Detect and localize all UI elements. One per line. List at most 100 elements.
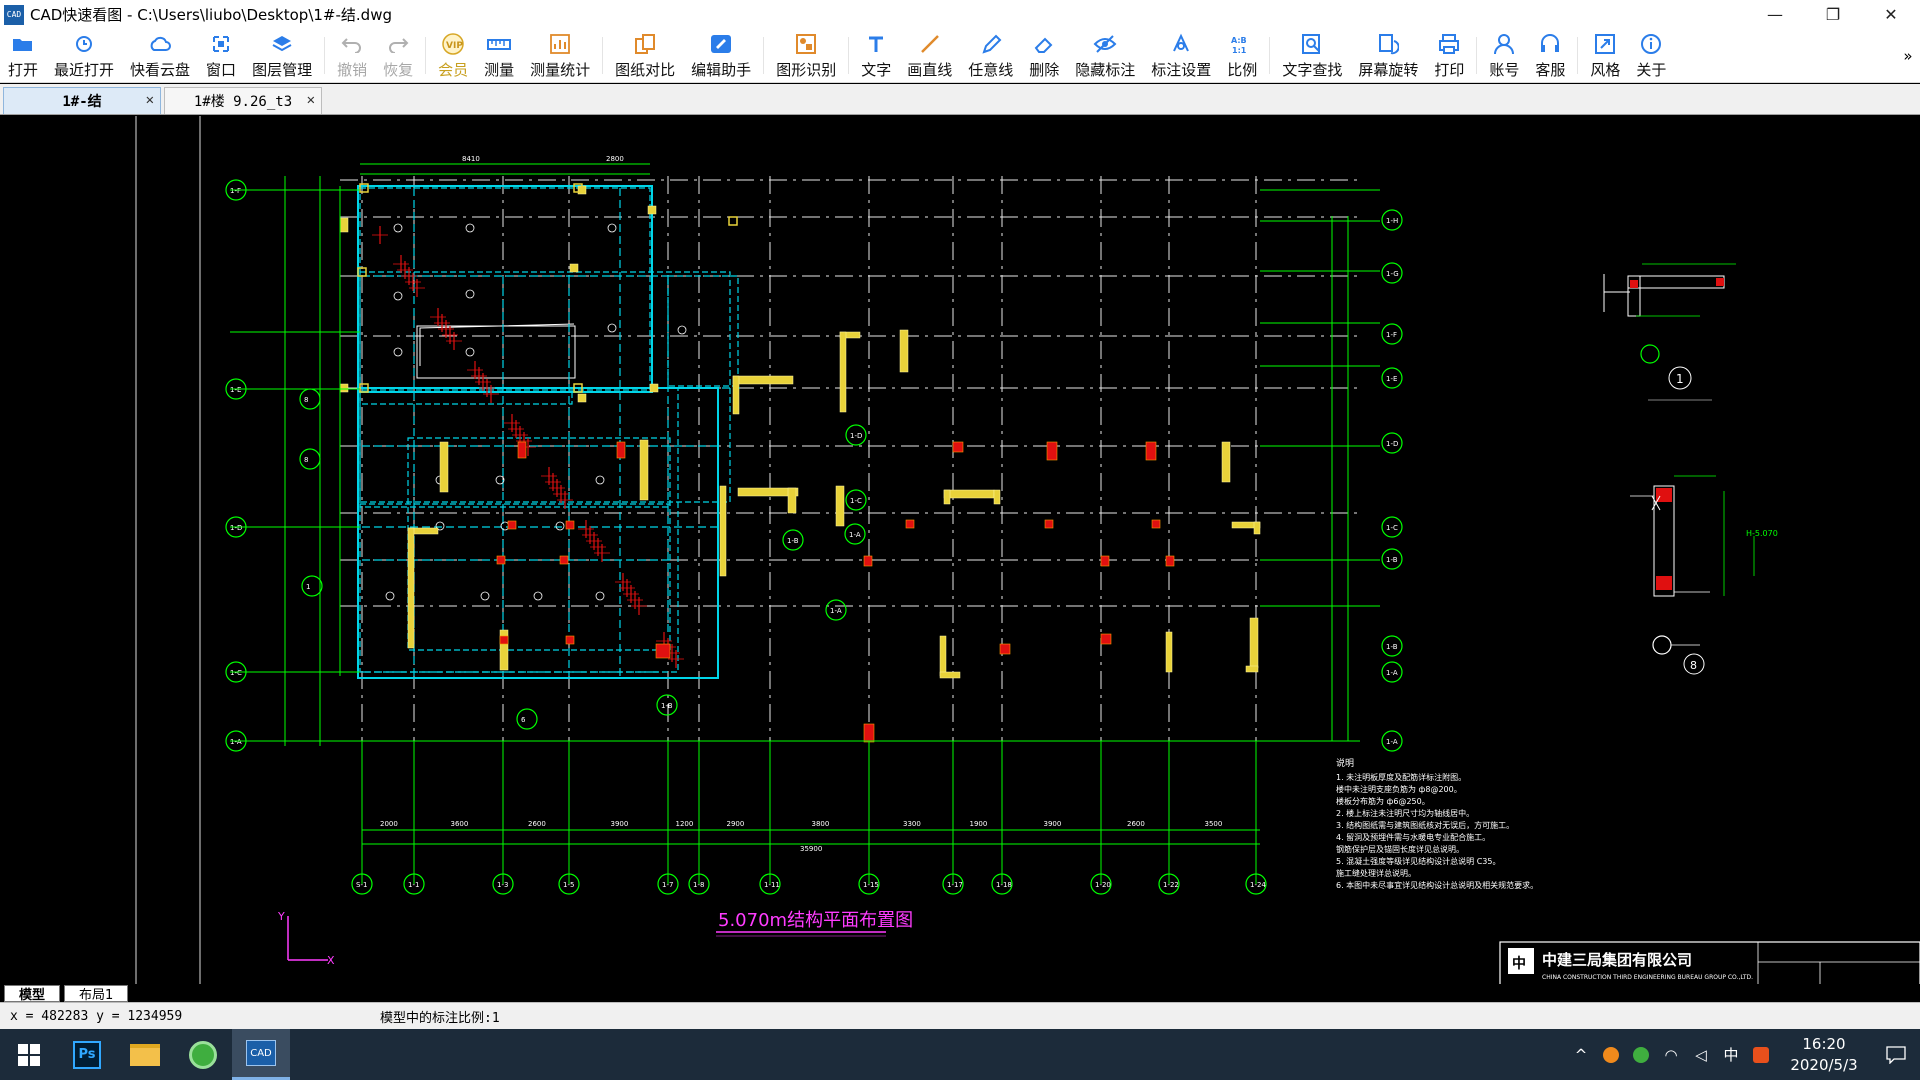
column-yellow	[899, 329, 909, 373]
input-lang-indicator[interactable]: 中	[1716, 1044, 1746, 1065]
tab-close-icon[interactable]: ✕	[146, 92, 154, 108]
toolbar-button-15[interactable]: 任意线	[960, 29, 1021, 82]
toolbar-button-4[interactable]: 图层管理	[244, 29, 320, 82]
toolbar-button-14[interactable]: 画直线	[899, 29, 960, 82]
room-label	[607, 223, 617, 233]
toolbar-button-7[interactable]: VIP 会员	[430, 29, 476, 82]
toolbar-button-23[interactable]: 账号	[1481, 29, 1527, 82]
dimension-text: 1900	[970, 820, 988, 828]
tab-model[interactable]: 模型	[4, 985, 61, 1003]
window-controls: — ❐ ✕	[1746, 0, 1920, 29]
axis-bubble-inner-label: 1	[306, 583, 310, 591]
toolbar-button-2[interactable]: 快看云盘	[122, 29, 198, 82]
dimension-text: 2800	[606, 155, 624, 163]
windows-start-icon[interactable]	[0, 1029, 58, 1080]
column-yellow	[839, 331, 847, 413]
toolbar-button-25[interactable]: 风格	[1582, 29, 1628, 82]
toolbar-button-13[interactable]: 文字	[853, 29, 899, 82]
close-button[interactable]: ✕	[1862, 0, 1920, 29]
toolbar-button-8[interactable]: 测量	[476, 29, 522, 82]
axis-bubble-inner	[301, 575, 323, 597]
tab-1-lou[interactable]: 1#楼 9.26_t3 ✕	[164, 87, 322, 114]
toolbar-label: 文字查找	[1282, 61, 1343, 79]
toolbar-more-icon[interactable]: »	[1896, 29, 1920, 82]
wifi-icon[interactable]: ◠	[1656, 1046, 1686, 1064]
column-yellow	[943, 489, 951, 505]
clock[interactable]: 16:20 2020/5/3	[1776, 1034, 1872, 1076]
toolbar-button-19[interactable]: A:B 1:1 比例	[1219, 29, 1265, 82]
column-yellow	[835, 485, 845, 527]
toolbar-button-20[interactable]: 文字查找	[1274, 29, 1350, 82]
rotate-icon	[1377, 31, 1400, 57]
toolbar-button-16[interactable]: 删除	[1021, 29, 1067, 82]
toolbar-button-21[interactable]: 屏幕旋转	[1350, 29, 1426, 82]
axis-bubble-right-label: 1-B	[1386, 643, 1398, 651]
clock-history-icon	[73, 31, 95, 57]
toolbar-button-10[interactable]: 图纸对比	[607, 29, 683, 82]
axis-bubble-inner-label: 8	[304, 456, 308, 464]
axis-bubble-inner	[299, 388, 321, 410]
column-marker	[728, 216, 738, 226]
cad-drawing[interactable]: 1-F1-E1-D1-C1-AS-1 1-1 1-3 1-5 1-7 1-8 1-11 1-1…	[0, 116, 1920, 984]
title-block: 中 中建三局集团有限公司 CHINA CONSTRUCTION THIRD EN…	[1499, 941, 1920, 984]
dimension-text: 8410	[462, 155, 480, 163]
toolbar-label: 最近打开	[54, 61, 115, 79]
column-yellow	[1165, 631, 1173, 673]
notification-icon[interactable]	[1872, 1045, 1920, 1064]
file-explorer-icon[interactable]	[116, 1029, 174, 1080]
maximize-button[interactable]: ❐	[1804, 0, 1862, 29]
toolbar-label: 风格	[1590, 61, 1621, 79]
status-bar: x = 482283 y = 1234959 模型中的标注比例:1	[0, 1002, 1920, 1029]
tray-app-icon[interactable]	[1626, 1046, 1656, 1063]
toolbar-button-9[interactable]: 测量统计	[522, 29, 598, 82]
toolbar-button-5: 撤销	[329, 29, 375, 82]
toolbar-button-22[interactable]: 打印	[1426, 29, 1472, 82]
sogou-tray-icon[interactable]	[1746, 1046, 1776, 1063]
toolbar-button-18[interactable]: 标注设置	[1143, 29, 1219, 82]
axis-bubble-right-label: 1-G	[1386, 270, 1399, 278]
room-label	[677, 325, 687, 335]
app-icon: CAD	[4, 4, 24, 25]
toolbar-button-24[interactable]: 客服	[1527, 29, 1573, 82]
note-line: 1. 未注明板厚度及配筋详标注附图。	[1336, 772, 1466, 782]
drawing-canvas[interactable]: 1-F 1-E 1-D 1-C 1-A S-1 1-1 1-3 1-5 1-7 1-8 1-11 1-1…	[0, 116, 1920, 984]
tab-1-jie[interactable]: 1#-结 ✕	[3, 87, 161, 114]
toolbar-button-12[interactable]: 图形识别	[768, 29, 844, 82]
toolbar-button-26[interactable]: 关于	[1628, 29, 1674, 82]
axis-bubble-bottom-label: 1-18	[996, 881, 1012, 889]
tray-app-icon[interactable]	[1596, 1046, 1626, 1063]
toolbar-button-17[interactable]: 隐藏标注	[1067, 29, 1143, 82]
volume-icon[interactable]: ◁	[1686, 1046, 1716, 1064]
toolbar-button-0[interactable]: 打开	[0, 29, 46, 82]
toolbar-separator	[425, 37, 427, 74]
room-label	[607, 323, 617, 333]
cad-viewer-taskbar-icon[interactable]: CAD	[232, 1029, 290, 1080]
tab-layout1[interactable]: 布局1	[64, 985, 129, 1003]
column-red	[499, 635, 509, 645]
toolbar-label: 任意线	[968, 61, 1014, 79]
tray-expand-icon[interactable]: ^	[1566, 1046, 1596, 1064]
dimension-text: 1200	[676, 820, 694, 828]
axis-bubble-inner-label: 1-A	[849, 531, 861, 539]
toolbar-label: 比例	[1227, 61, 1258, 79]
toolbar-button-3[interactable]: 窗口	[198, 29, 244, 82]
toolbar-button-1[interactable]: 最近打开	[46, 29, 122, 82]
browser-360-icon[interactable]	[174, 1029, 232, 1080]
axis-bubble-right-label: 1-C	[1386, 524, 1398, 532]
toolbar-label: 恢复	[383, 61, 414, 79]
toolbar-label: 打开	[8, 61, 39, 79]
room-label	[555, 521, 565, 531]
dimension-text: 2600	[528, 820, 546, 828]
photoshop-icon[interactable]: Ps	[58, 1029, 116, 1080]
toolbar-button-11[interactable]: 编辑助手	[683, 29, 759, 82]
room-label	[465, 223, 475, 233]
dimension-text: 2600	[1127, 820, 1145, 828]
cad-viewer-app: CAD CAD快速看图 - C:\Users\liubo\Desktop\1#-…	[0, 0, 1920, 1080]
svg-text:1:1: 1:1	[1232, 46, 1247, 54]
column-red	[517, 441, 527, 459]
tab-close-icon[interactable]: ✕	[307, 92, 315, 108]
column-yellow	[339, 383, 349, 393]
column-red	[565, 635, 575, 645]
minimize-button[interactable]: —	[1746, 0, 1804, 29]
column-red	[1100, 633, 1112, 645]
